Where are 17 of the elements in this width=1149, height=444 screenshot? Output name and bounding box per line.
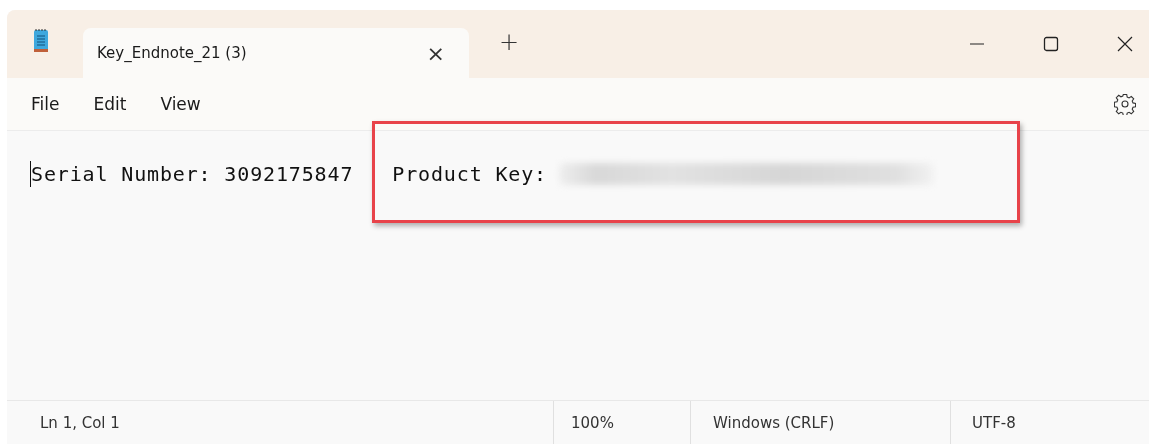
- status-text: Ln 1, Col 1: [40, 413, 120, 432]
- settings-icon[interactable]: [1114, 93, 1136, 115]
- menu-item[interactable]: Edit: [81, 90, 139, 118]
- notepad-icon: [33, 27, 49, 53]
- document-text: Serial Number: 3092175847: [30, 161, 354, 187]
- status-text: UTF-8: [972, 413, 1016, 432]
- close-icon[interactable]: [1117, 36, 1133, 52]
- menu-item[interactable]: File: [19, 90, 72, 118]
- document-text: Product Key:: [392, 161, 547, 187]
- new-tab-button[interactable]: +: [495, 28, 524, 56]
- maximize-icon[interactable]: [1043, 36, 1059, 52]
- tab-close-button[interactable]: ×: [422, 40, 449, 66]
- status-text: 100%: [571, 413, 614, 432]
- tab-title: Key_Endnote_21 (3): [97, 44, 248, 62]
- status-text: Windows (CRLF): [713, 413, 835, 432]
- document-tab[interactable]: Key_Endnote_21 (3) ×: [83, 28, 469, 78]
- menu-item[interactable]: View: [148, 90, 213, 118]
